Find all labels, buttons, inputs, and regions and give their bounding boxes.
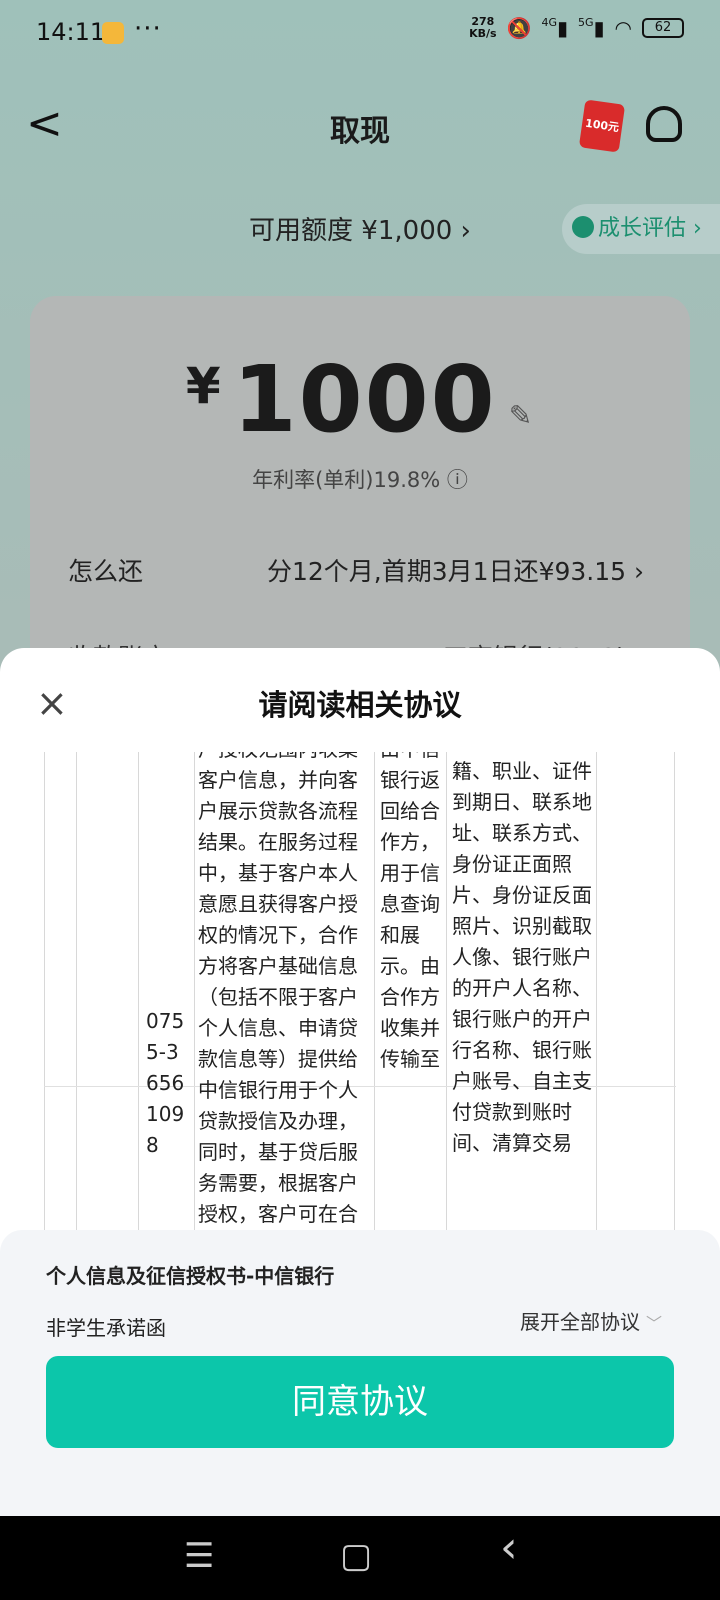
- table-cell-source: 由中信银行返回给合作方，用于信息查询和展示。由合作方收集并传输至: [380, 752, 440, 1071]
- system-navbar: ☰ ▢ ‹: [0, 1516, 720, 1600]
- agreement-sheet: × 请阅读相关协议 0755-36561098 户授权范围内收集客户信息，并向客…: [0, 648, 720, 1516]
- red-packet-icon[interactable]: 100元: [578, 99, 626, 153]
- mute-icon: 🔕: [506, 16, 532, 40]
- growth-icon: [572, 216, 594, 238]
- withdraw-amount: ¥1000 ✎: [30, 346, 690, 453]
- back-nav-icon[interactable]: ‹: [500, 1526, 518, 1570]
- repay-row[interactable]: 怎么还 分12个月,首期3月1日还¥93.15 ›: [68, 552, 644, 588]
- amount-value: 1000: [232, 346, 497, 453]
- network-speed: 278 KB/s: [469, 15, 497, 40]
- notification-app-icon: [102, 22, 124, 44]
- interest-rate: 年利率(单利)19.8% ⓘ: [252, 468, 468, 492]
- growth-evaluation-button[interactable]: 成长评估 ›: [562, 204, 720, 254]
- table-border: [138, 752, 139, 1232]
- table-cell-purpose: 户授权范围内收集客户信息，并向客户展示贷款各流程结果。在服务过程中，基于客户本人…: [198, 752, 358, 1226]
- currency-symbol: ¥: [185, 357, 223, 415]
- table-border: [76, 752, 77, 1232]
- withdraw-card: ¥1000 ✎ 年利率(单利)19.8% ⓘ 怎么还 分12个月,首期3月1日还¥…: [30, 296, 690, 696]
- sheet-title: 请阅读相关协议: [258, 688, 462, 722]
- battery-icon: 62: [642, 18, 684, 38]
- edit-icon[interactable]: ✎: [509, 399, 534, 432]
- table-border: [596, 752, 597, 1232]
- menu-icon[interactable]: ☰: [184, 1536, 214, 1576]
- agree-button[interactable]: 同意协议: [46, 1356, 674, 1448]
- repay-label: 怎么还: [68, 557, 144, 586]
- status-right: 278 KB/s 🔕 4G▮ 5G▮ ◠ 62: [469, 16, 684, 40]
- repay-value: 分12个月,首期3月1日还¥93.15 ›: [267, 557, 644, 586]
- home-icon[interactable]: ▢: [340, 1536, 372, 1576]
- table-border: [446, 752, 447, 1232]
- status-time: 14:11: [36, 18, 106, 46]
- table-border: [194, 752, 195, 1232]
- signal-4g-icon: 4G▮: [541, 16, 568, 40]
- table-cell-phone: 0755-36561098: [146, 1009, 185, 1157]
- customer-service-icon[interactable]: [646, 106, 682, 142]
- table-cell-fields: 籍、职业、证件到期日、联系地址、联系方式、身份证正面照片、身份证反面照片、识别截…: [452, 759, 592, 1155]
- chevron-down-icon: ﹀: [645, 1314, 662, 1333]
- agreement-document[interactable]: 0755-36561098 户授权范围内收集客户信息，并向客户展示贷款各流程结果…: [44, 752, 676, 1232]
- table-border: [374, 752, 375, 1232]
- agreement-link-credit[interactable]: 个人信息及征信授权书-中信银行: [46, 1260, 334, 1289]
- status-bar: 14:11 ··· 278 KB/s 🔕 4G▮ 5G▮ ◠ 62: [0, 0, 720, 66]
- more-notifications-icon: ···: [134, 14, 162, 44]
- top-nav: < 取现 100元: [0, 96, 720, 156]
- table-border: [674, 752, 675, 1232]
- table-border: [44, 752, 45, 1232]
- wifi-icon: ◠: [614, 16, 632, 40]
- agreement-link-non-student[interactable]: 非学生承诺函: [46, 1312, 166, 1341]
- agreement-footer: 个人信息及征信授权书-中信银行 非学生承诺函 展开全部协议 ﹀ 同意协议: [0, 1230, 720, 1516]
- signal-5g-icon: 5G▮: [578, 16, 605, 40]
- expand-all-agreements[interactable]: 展开全部协议 ﹀: [520, 1306, 662, 1335]
